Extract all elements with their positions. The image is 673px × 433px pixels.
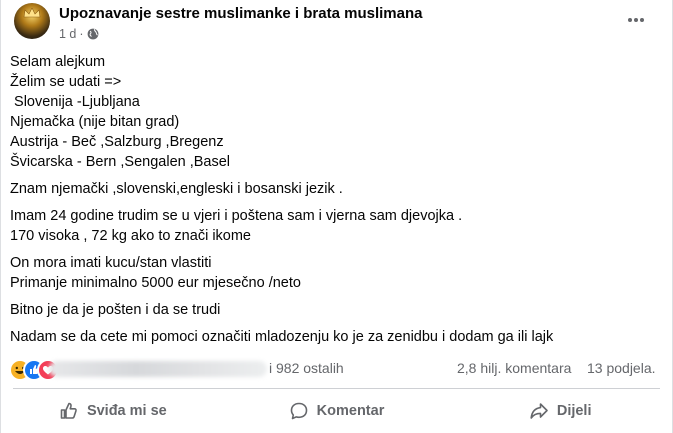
reactions-count[interactable]: i 982 ostalih <box>269 360 344 376</box>
post-text-line: Slovenija -Ljubljana <box>10 94 140 110</box>
facebook-post: Upoznavanje sestre muslimanke i brata mu… <box>0 0 673 433</box>
post-text-line: Bitno je da je pošten i da se trudi <box>10 302 221 318</box>
share-label: Dijeli <box>556 403 592 419</box>
share-button[interactable]: Dijeli <box>448 392 672 430</box>
post-text-line: On mora imati kucu/stan vlastiti <box>10 255 212 271</box>
shares-count[interactable]: 13 podjela. <box>587 360 656 376</box>
crown-icon <box>23 8 41 18</box>
meta-separator: · <box>79 27 84 41</box>
post-text-line: Želim se udati => <box>10 74 122 90</box>
more-options-button[interactable] <box>622 8 650 32</box>
like-button[interactable]: Sviđa mi se <box>1 392 225 430</box>
post-body: Selam alejkum Želim se udati => Slovenija… <box>10 52 660 347</box>
group-avatar[interactable] <box>14 3 50 39</box>
like-label: Sviđa mi se <box>86 403 167 419</box>
post-text-line: Nadam se da cete mi pomoci označiti mlad… <box>10 329 554 345</box>
post-timestamp[interactable]: 1 d <box>59 27 76 41</box>
post-text-line: Austrija - Beč ,Salzburg ,Bregenz <box>10 134 224 150</box>
post-stats: i 982 ostalih 2,8 hilj. komentara 13 pod… <box>1 356 672 382</box>
comment-icon <box>290 402 307 420</box>
action-bar: Sviđa mi se Komentar Dijeli <box>1 392 672 430</box>
post-text-line: Selam alejkum <box>10 54 106 70</box>
post-text-line: Njemačka (nije bitan grad) <box>10 114 180 130</box>
redacted-names <box>49 361 267 377</box>
comments-count[interactable]: 2,8 hilj. komentara <box>457 360 571 376</box>
post-text-line: Imam 24 godine trudim se u vjeri i pošte… <box>10 208 463 224</box>
comment-button[interactable]: Komentar <box>225 392 449 430</box>
post-text-line: Primanje minimalno 5000 eur mjesečno /ne… <box>10 275 301 291</box>
thumbs-up-icon <box>60 402 77 419</box>
group-name-link[interactable]: Upoznavanje sestre muslimanke i brata mu… <box>59 5 422 22</box>
post-text-line: 170 visoka , 72 kg ako to znači ikome <box>10 228 251 244</box>
comment-label: Komentar <box>316 403 385 419</box>
post-meta: 1 d · <box>59 27 99 41</box>
post-text-line: Znam njemački ,slovenski,engleski i bosa… <box>10 181 343 197</box>
more-options-icon <box>628 18 644 22</box>
post-header: Upoznavanje sestre muslimanke i brata mu… <box>1 0 672 50</box>
reaction-icons[interactable] <box>9 358 59 381</box>
share-icon <box>530 403 548 419</box>
globe-icon[interactable] <box>87 28 99 40</box>
divider <box>13 388 660 389</box>
post-text-line: Švicarska - Bern ,Sengalen ,Basel <box>10 154 231 170</box>
